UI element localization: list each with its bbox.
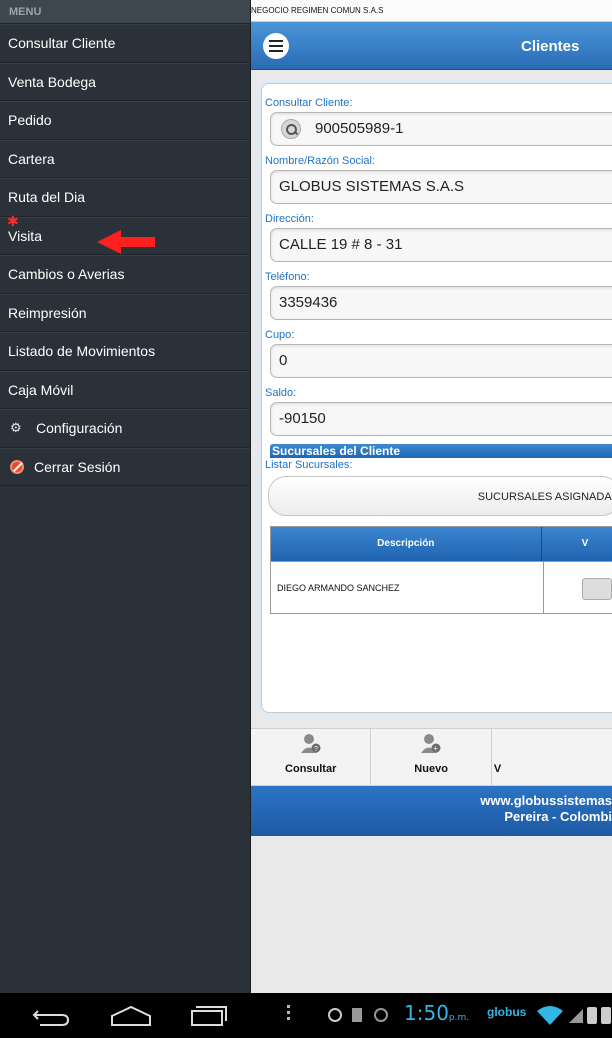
direccion-input[interactable]: CALLE 19 # 8 - 31 [270, 228, 612, 262]
notification-icons [328, 1008, 388, 1022]
third-button[interactable]: V [492, 729, 612, 785]
sucursales-table: Descripción V DIEGO ARMANDO SANCHEZ [270, 526, 612, 614]
telefono-label: Teléfono: [265, 271, 310, 283]
nuevo-label: Nuevo [414, 763, 448, 775]
sidebar-item-cambios-averias[interactable]: Cambios o Averias [0, 255, 250, 294]
user-add-icon: + [421, 734, 441, 753]
sidebar-item-pedido[interactable]: Pedido [0, 101, 250, 140]
sidebar-item-reimpresion[interactable]: Reimpresión [0, 293, 250, 332]
sidebar-item-configuracion[interactable]: ⚙ Configuración [0, 409, 250, 448]
table-header: Descripción V [271, 527, 612, 561]
marker-star-icon: ✱ [7, 212, 19, 229]
sidebar-item-cerrar-sesion[interactable]: Cerrar Sesión [0, 447, 250, 486]
cupo-input[interactable]: 0 [270, 344, 612, 378]
sidebar-item-label: Caja Móvil [8, 381, 74, 398]
footer-url: www.globussistemas [480, 793, 612, 808]
main-panel: NEGOCIO REGIMEN COMUN S.A.S Clientes Con… [251, 0, 612, 993]
footer: www.globussistemas Pereira - Colombi [251, 786, 612, 836]
nuevo-button[interactable]: + Nuevo [371, 729, 492, 785]
sidebar-item-label: Consultar Cliente [8, 35, 116, 52]
annotation-arrow-icon [97, 230, 155, 254]
svg-text:?: ? [314, 746, 318, 753]
wifi-signal-battery-icons [537, 1006, 611, 1025]
home-icon[interactable] [110, 1005, 152, 1027]
telefono-input[interactable]: 3359436 [270, 286, 612, 320]
sucursales-section-title: Sucursales del Cliente [270, 444, 612, 458]
column-header-v: V [542, 527, 612, 561]
sidebar-item-label: Venta Bodega [8, 73, 96, 90]
nombre-input[interactable]: GLOBUS SISTEMAS S.A.S [270, 170, 612, 204]
nombre-label: Nombre/Razón Social: [265, 155, 376, 167]
back-icon[interactable] [32, 1007, 70, 1027]
saldo-label: Saldo: [265, 387, 297, 399]
sidebar-item-label: Ruta del Dia [8, 189, 86, 206]
user-search-icon: ? [300, 734, 321, 753]
clock: 1:50p.m. [404, 1001, 469, 1025]
sidebar-item-label: Visita [8, 227, 42, 244]
listar-sucursales-label: Listar Sucursales: [265, 459, 353, 471]
column-header-descripcion: Descripción [271, 527, 542, 561]
sidebar-item-cartera[interactable]: Cartera [0, 139, 250, 178]
sidebar-item-listado-movimientos[interactable]: Listado de Movimientos [0, 332, 250, 371]
footer-location: Pereira - Colombi [504, 809, 612, 824]
direccion-label: Dirección: [265, 213, 314, 225]
sidebar-item-consultar-cliente[interactable]: Consultar Cliente [0, 24, 250, 63]
cupo-label: Cupo: [265, 329, 295, 341]
screen: MENU Consultar Cliente Venta Bodega Pedi… [0, 0, 612, 1038]
sidebar-item-label: Cerrar Sesión [34, 458, 121, 475]
client-form: Consultar Cliente: 900505989-1 Nombre/Ra… [261, 83, 612, 713]
app-header: Clientes [251, 22, 612, 70]
consultar-label: Consultar [285, 763, 337, 775]
menu-header: MENU [0, 0, 250, 24]
sidebar-item-label: Pedido [8, 112, 52, 129]
carrier-name: globus [487, 1005, 527, 1019]
consultar-cliente-value: 900505989-1 [315, 120, 404, 137]
search-icon[interactable] [281, 119, 301, 139]
bottom-toolbar: ? Consultar + Nuevo V [251, 728, 612, 786]
sidebar-item-label: Cambios o Averias [8, 266, 125, 283]
sidebar-item-label: Cartera [8, 150, 55, 167]
sidebar-item-label: Listado de Movimientos [8, 343, 156, 360]
consultar-cliente-input[interactable]: 900505989-1 [270, 112, 612, 146]
side-menu: MENU Consultar Cliente Venta Bodega Pedi… [0, 0, 251, 993]
overflow-menu-icon[interactable] [287, 1005, 291, 1023]
clock-time: 1:50 [404, 1001, 449, 1025]
third-label: V [493, 763, 502, 775]
company-strip: NEGOCIO REGIMEN COMUN S.A.S [251, 0, 612, 22]
table-row[interactable]: DIEGO ARMANDO SANCHEZ [271, 561, 612, 613]
cell-descripcion: DIEGO ARMANDO SANCHEZ [271, 562, 544, 613]
row-action-button[interactable] [581, 578, 612, 600]
menu-toggle-button[interactable] [263, 33, 289, 59]
sucursales-asignadas-button[interactable]: SUCURSALES ASIGNADAS [268, 476, 612, 516]
stop-icon [10, 459, 24, 474]
sidebar-item-ruta-del-dia[interactable]: Ruta del Dia [0, 178, 250, 217]
gear-icon: ⚙ [10, 420, 22, 436]
cell-action [544, 562, 612, 613]
sidebar-item-venta-bodega[interactable]: Venta Bodega [0, 62, 250, 101]
saldo-input[interactable]: -90150 [270, 402, 612, 436]
consultar-cliente-label: Consultar Cliente: [265, 97, 353, 109]
sidebar-item-label: Reimpresión [8, 304, 87, 321]
page-title: Clientes [521, 38, 580, 55]
sidebar-item-caja-movil[interactable]: Caja Móvil [0, 370, 250, 409]
recent-apps-icon[interactable] [190, 1005, 228, 1027]
svg-text:+: + [433, 744, 438, 753]
sidebar-item-label: Configuración [36, 420, 123, 437]
consultar-button[interactable]: ? Consultar [251, 729, 372, 785]
clock-ampm: p.m. [448, 1013, 470, 1023]
system-navigation-bar: 1:50p.m. globus [0, 993, 612, 1038]
